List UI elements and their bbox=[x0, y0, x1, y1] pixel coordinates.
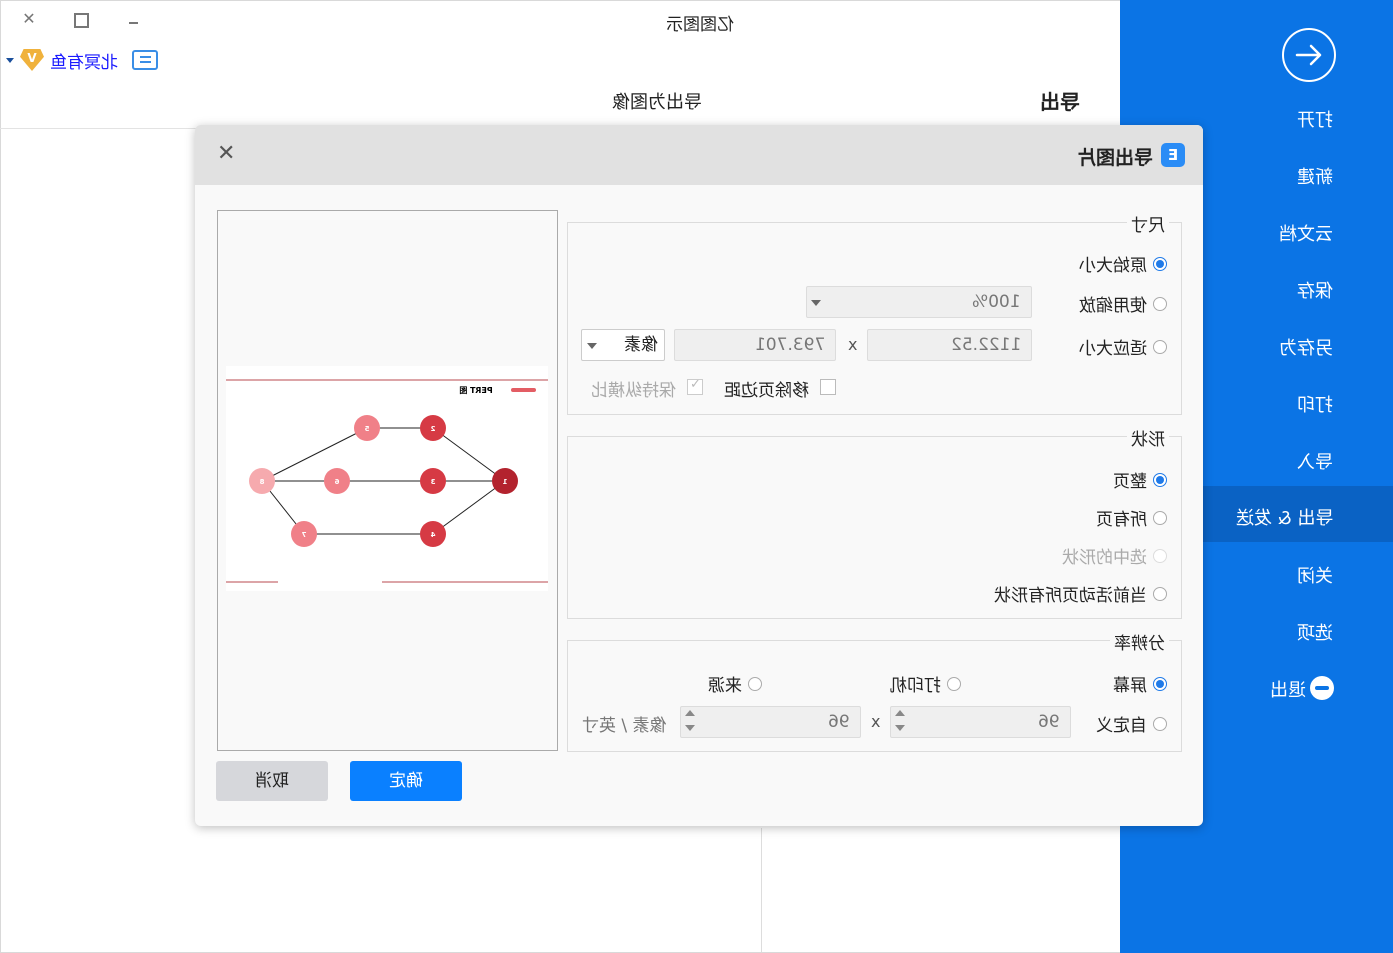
maximize-icon bbox=[73, 13, 89, 28]
ok-button[interactable]: 确定 bbox=[350, 761, 462, 801]
radio-dot[interactable] bbox=[1153, 510, 1167, 525]
keep-ratio-label: 保持纵横比 bbox=[591, 381, 676, 401]
radio-fit-size[interactable]: 适应大小 bbox=[1079, 334, 1167, 359]
pert-node-label: 2 bbox=[430, 425, 435, 433]
shape-legend: 形状 bbox=[1127, 425, 1169, 450]
radio-custom[interactable]: 自定义 bbox=[1096, 711, 1167, 736]
resolution-group: 分辨率 屏幕 打印机 来源 自定义 96 x 96 像素 / 英寸 bbox=[567, 629, 1182, 752]
minimize-window-button[interactable] bbox=[122, 8, 144, 30]
user-name: 北冥有鱼 bbox=[50, 52, 118, 73]
user-menu[interactable]: V 北冥有鱼 bbox=[6, 46, 158, 74]
dpi-x-input[interactable]: 96 bbox=[890, 706, 1071, 738]
export-as-image-title: 导出为图像 bbox=[612, 92, 702, 113]
unit-select[interactable]: 像素 bbox=[581, 329, 665, 361]
message-icon[interactable] bbox=[132, 50, 158, 70]
dropdown-arrow-icon bbox=[811, 300, 821, 306]
remove-margin-checkbox[interactable] bbox=[820, 379, 836, 395]
radio-current-page-shapes[interactable]: 当前活动页所有形状 bbox=[994, 581, 1167, 606]
radio-whole-page[interactable]: 整页 bbox=[1113, 467, 1167, 492]
divider bbox=[761, 828, 762, 952]
radio-dot[interactable] bbox=[947, 676, 961, 691]
radio-source[interactable]: 来源 bbox=[708, 671, 762, 696]
pert-node-label: 6 bbox=[334, 478, 339, 486]
export-image-dialog: ✕ E 导出图片 PERT 图 1 2 3 4 5 6 7 8 尺寸 原始大小 使用缩放 100… bbox=[195, 125, 1203, 826]
radio-dot[interactable] bbox=[1153, 296, 1167, 311]
section-title: 导出 bbox=[1040, 90, 1080, 114]
radio-original-size[interactable]: 原始大小 bbox=[1079, 251, 1167, 276]
radio-dot[interactable] bbox=[1153, 256, 1167, 271]
minimize-icon bbox=[128, 22, 138, 24]
cancel-button[interactable]: 取消 bbox=[216, 761, 328, 801]
radio-dot[interactable] bbox=[1153, 472, 1167, 487]
radio-selected-shapes[interactable]: 选中的形状 bbox=[1062, 543, 1167, 568]
radio-dot[interactable] bbox=[1153, 548, 1167, 563]
dialog-header: ✕ E 导出图片 bbox=[195, 125, 1203, 185]
back-button[interactable] bbox=[1282, 28, 1336, 82]
check-icon: ✓ bbox=[690, 377, 701, 392]
radio-dot[interactable] bbox=[748, 676, 762, 691]
size-group: 尺寸 原始大小 使用缩放 100% 适应大小 1122.52 x 793.701… bbox=[567, 211, 1182, 415]
radio-dot[interactable] bbox=[1153, 339, 1167, 354]
keep-ratio-checkbox[interactable]: ✓ bbox=[687, 377, 703, 395]
radio-all-pages[interactable]: 所有页 bbox=[1096, 505, 1167, 530]
dpi-y-input[interactable]: 96 bbox=[680, 706, 861, 738]
pert-node-label: 8 bbox=[259, 478, 264, 486]
pert-node-label: 4 bbox=[430, 531, 435, 539]
app-logo-icon: E bbox=[1161, 143, 1185, 167]
radio-dot[interactable] bbox=[1153, 586, 1167, 601]
shape-group: 形状 整页 所有页 选中的形状 当前活动页所有形状 bbox=[567, 425, 1182, 619]
pert-node-label: 7 bbox=[301, 531, 306, 539]
radio-dot[interactable] bbox=[1153, 716, 1167, 731]
exit-icon bbox=[1310, 676, 1334, 700]
pert-node-label: 5 bbox=[364, 425, 369, 433]
radio-printer[interactable]: 打印机 bbox=[890, 671, 961, 696]
resolution-legend: 分辨率 bbox=[1110, 629, 1169, 654]
image-preview: PERT 图 1 2 3 4 5 6 7 8 bbox=[217, 210, 558, 751]
width-input[interactable]: 1122.52 bbox=[867, 329, 1032, 361]
arrow-right-icon bbox=[1295, 44, 1322, 66]
window-title: 亿图图示 bbox=[666, 15, 734, 35]
radio-dot[interactable] bbox=[1153, 676, 1167, 691]
pert-node-label: 1 bbox=[502, 478, 507, 486]
diagram-title: PERT 图 bbox=[459, 386, 492, 395]
close-window-button[interactable]: ✕ bbox=[18, 8, 40, 30]
close-icon: ✕ bbox=[22, 9, 36, 28]
dpi-unit-label: 像素 / 英寸 bbox=[582, 716, 667, 736]
dropdown-arrow-icon bbox=[6, 57, 14, 63]
zoom-select[interactable]: 100% bbox=[806, 286, 1032, 318]
dropdown-arrow-icon bbox=[587, 343, 597, 349]
radio-screen[interactable]: 屏幕 bbox=[1113, 671, 1167, 696]
dialog-close-button[interactable]: ✕ bbox=[217, 141, 235, 166]
times-sign: x bbox=[871, 712, 881, 731]
times-sign: x bbox=[848, 335, 858, 354]
remove-margin-label: 移除页边距 bbox=[724, 381, 809, 401]
pert-diagram-thumbnail: PERT 图 1 2 3 4 5 6 7 8 bbox=[226, 366, 548, 591]
title-bar bbox=[511, 388, 536, 392]
close-icon: ✕ bbox=[217, 141, 236, 166]
pert-node-label: 3 bbox=[430, 478, 435, 486]
size-legend: 尺寸 bbox=[1127, 211, 1169, 236]
radio-use-zoom[interactable]: 使用缩放 bbox=[1079, 291, 1167, 316]
height-input[interactable]: 793.701 bbox=[674, 329, 836, 361]
vip-badge-icon: V bbox=[20, 49, 44, 71]
dialog-title: 导出图片 bbox=[1076, 147, 1153, 169]
maximize-window-button[interactable] bbox=[70, 8, 92, 30]
